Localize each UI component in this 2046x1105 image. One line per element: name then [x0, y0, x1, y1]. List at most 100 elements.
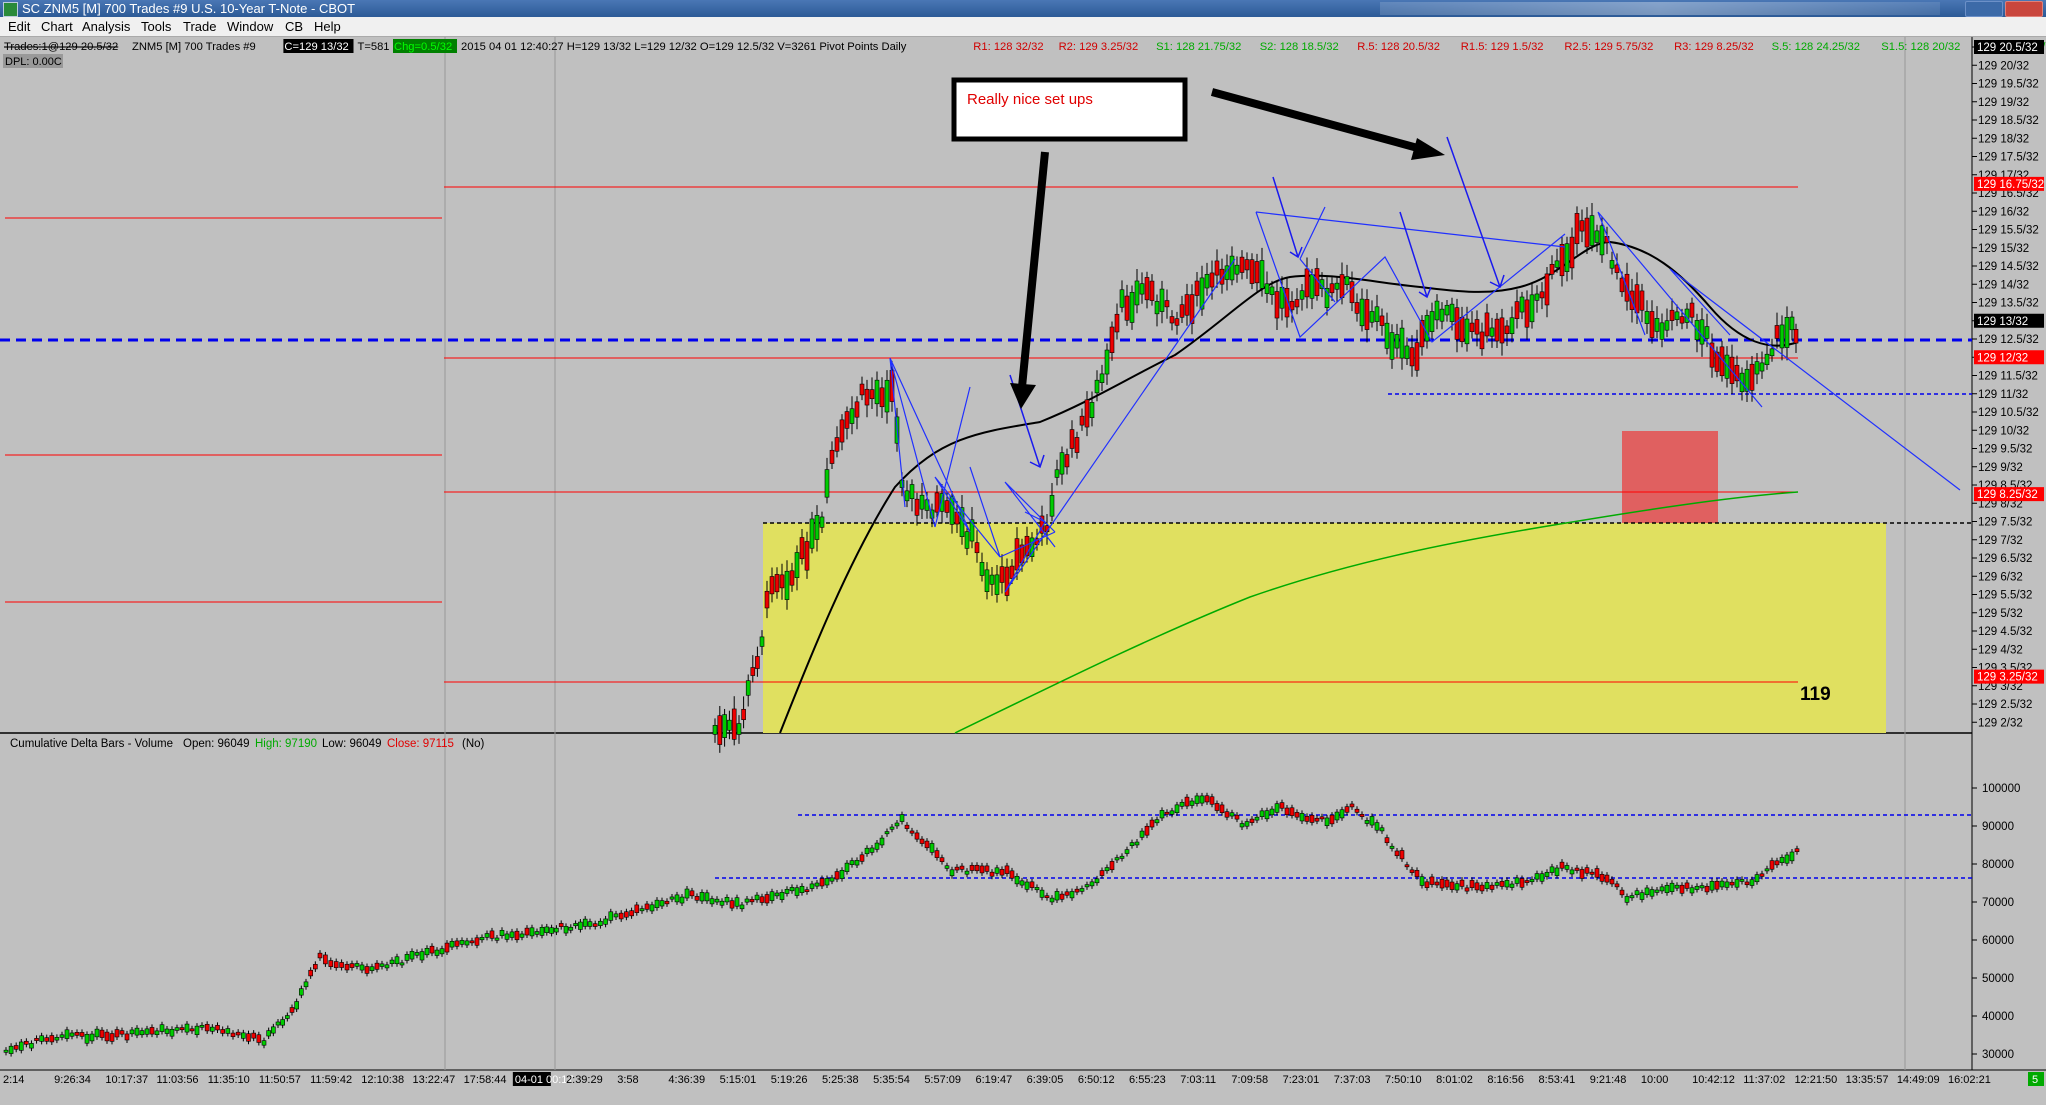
- delta-candle-body: [1289, 807, 1295, 816]
- price-chart[interactable]: Really nice set ups 119 Trades:1@129 20.…: [0, 37, 2046, 1105]
- menu-tools[interactable]: Tools: [141, 19, 171, 34]
- delta-candle-body: [1049, 897, 1055, 903]
- delta-candle-body: [1634, 890, 1640, 896]
- delta-candle-body: [999, 869, 1005, 876]
- candle-body: [1749, 363, 1755, 391]
- delta-tick-label: 50000: [1982, 973, 2014, 985]
- time-tick-label: 12:21:50: [1794, 1074, 1837, 1086]
- delta-candle-body: [1179, 801, 1185, 807]
- candle-body: [1299, 290, 1305, 300]
- candle-body: [1214, 260, 1220, 276]
- delta-candle-body: [649, 904, 655, 912]
- delta-high: High: 97190: [255, 738, 317, 750]
- delta-candle-body: [333, 961, 339, 969]
- candle-body: [764, 590, 770, 609]
- delta-candle-body: [874, 842, 880, 850]
- delta-candle-body: [419, 951, 425, 961]
- delta-candle-body: [308, 969, 313, 977]
- candle-body: [1104, 349, 1110, 375]
- candle-body: [1539, 291, 1545, 299]
- price-tick-label: 129 19.5/32: [1978, 79, 2039, 91]
- delta-candle-body: [328, 960, 334, 967]
- candle-body: [999, 566, 1005, 583]
- candle-body: [1464, 318, 1470, 345]
- price-tick-label: 129 17.5/32: [1978, 152, 2039, 164]
- delta-candle-body: [39, 1035, 44, 1042]
- delta-candle-body: [1244, 821, 1250, 827]
- delta-candle-body: [119, 1030, 125, 1035]
- delta-candle-body: [164, 1028, 170, 1034]
- delta-candle-body: [1054, 891, 1060, 901]
- corner-indicator: 5: [2028, 1072, 2044, 1086]
- delta-candle-body: [1509, 883, 1515, 888]
- time-tick-label: 10:17:37: [105, 1074, 148, 1086]
- candle-body: [1359, 298, 1365, 327]
- time-tick-label: 11:35:10: [208, 1074, 250, 1086]
- delta-candle-body: [230, 1032, 236, 1037]
- candle-body: [1534, 293, 1540, 301]
- delta-candle-body: [1729, 881, 1735, 886]
- delta-candle-body: [444, 942, 450, 953]
- delta-candle-body: [524, 927, 530, 936]
- delta-candle-body: [1789, 851, 1795, 862]
- maximize-button[interactable]: [1965, 1, 2003, 17]
- delta-candle-body: [919, 838, 925, 844]
- candle-body: [1329, 283, 1335, 294]
- delta-candle-body: [582, 918, 588, 927]
- delta-candle-body: [1529, 879, 1535, 883]
- candle-body: [1404, 345, 1410, 359]
- time-tick-label: 5:35:54: [873, 1074, 910, 1086]
- delta-candle-body: [220, 1029, 225, 1034]
- delta-candle-body: [1759, 873, 1765, 877]
- delta-candle-body: [1554, 867, 1560, 876]
- delta-candle-body: [1264, 810, 1270, 820]
- candle-body: [1779, 324, 1785, 349]
- header-segment: R1: 128 32/32: [973, 41, 1043, 53]
- menu-analysis[interactable]: Analysis: [82, 19, 130, 34]
- candle-body: [1089, 402, 1095, 418]
- yellow-support-zone: [763, 523, 1886, 733]
- delta-candle-body: [509, 931, 515, 938]
- delta-candle-body: [1384, 837, 1390, 844]
- delta-candle-body: [1574, 867, 1580, 871]
- delta-candle-body: [1074, 888, 1080, 893]
- delta-open: Open: 96049: [183, 738, 250, 750]
- menu-trade[interactable]: Trade: [183, 19, 216, 34]
- candle-body: [1584, 217, 1590, 248]
- candle-body: [1649, 311, 1655, 338]
- candle-body: [1514, 301, 1520, 319]
- delta-candle-body: [394, 956, 400, 965]
- header-segment: Chg=0.5/32: [394, 41, 452, 53]
- delta-candle-body: [769, 891, 775, 901]
- candle-body: [834, 437, 840, 452]
- candle-body: [1439, 308, 1445, 322]
- delta-candle-body: [74, 1032, 80, 1036]
- delta-candle-body: [235, 1031, 241, 1036]
- menu-cb[interactable]: CB: [285, 19, 303, 34]
- candle-body: [964, 531, 970, 549]
- menu-window[interactable]: Window: [227, 19, 273, 34]
- close-button[interactable]: [2005, 1, 2043, 17]
- menu-edit[interactable]: Edit: [8, 19, 30, 34]
- time-tick-label: 6:55:23: [1129, 1074, 1166, 1086]
- delta-candle-body: [592, 923, 598, 927]
- menu-help[interactable]: Help: [314, 19, 341, 34]
- price-tick-label: 129 18.5/32: [1978, 115, 2039, 127]
- delta-tick-label: 60000: [1982, 935, 2014, 947]
- menu-chart[interactable]: Chart: [41, 19, 73, 34]
- delta-candle-body: [989, 871, 995, 877]
- candle-body: [779, 574, 785, 589]
- delta-candle-body: [285, 1015, 290, 1019]
- candle-body: [1354, 302, 1360, 314]
- delta-candle-body: [317, 952, 323, 959]
- delta-candle-body: [1399, 850, 1405, 860]
- delta-candle-body: [608, 911, 614, 921]
- chart-window[interactable]: Really nice set ups 119 Trades:1@129 20.…: [0, 37, 2046, 1105]
- candle-body: [1229, 255, 1235, 281]
- dpl-label-group: DPL: 0.00C: [3, 54, 63, 68]
- time-tick-label: 11:03:56: [157, 1074, 199, 1086]
- time-tick-label: 7:37:03: [1334, 1074, 1371, 1086]
- delta-candle-body: [684, 888, 690, 899]
- delta-candle-body: [1219, 804, 1225, 813]
- delta-candle-body: [969, 865, 975, 871]
